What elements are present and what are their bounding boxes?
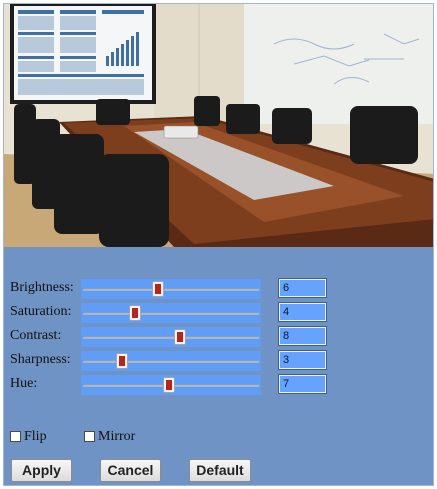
- cancel-button[interactable]: Cancel: [100, 459, 161, 482]
- brightness-slider[interactable]: [81, 279, 261, 299]
- camera-preview: [4, 4, 433, 247]
- contrast-slider[interactable]: [81, 327, 261, 347]
- hue-slider[interactable]: [81, 375, 261, 395]
- flip-label: Flip: [24, 429, 47, 444]
- flip-checkbox[interactable]: [10, 431, 21, 442]
- sharpness-label: Sharpness:: [10, 352, 71, 367]
- saturation-row: Saturation: 4: [4, 302, 433, 323]
- mirror-checkbox[interactable]: [84, 431, 95, 442]
- sharpness-value-field[interactable]: 3: [278, 350, 327, 370]
- default-button[interactable]: Default: [189, 459, 251, 482]
- image-settings-window: Brightness: 6 Saturation: 4 Contrast: 8: [0, 0, 437, 489]
- settings-panel: Brightness: 6 Saturation: 4 Contrast: 8: [3, 3, 434, 486]
- slider-thumb[interactable]: [152, 282, 163, 296]
- slider-thumb[interactable]: [164, 378, 174, 392]
- mirror-label: Mirror: [98, 429, 136, 444]
- slider-track: [83, 360, 259, 363]
- saturation-value-field[interactable]: 4: [278, 302, 327, 322]
- hue-label: Hue:: [10, 376, 38, 391]
- brightness-row: Brightness: 6: [4, 278, 433, 299]
- brightness-label: Brightness:: [10, 280, 74, 295]
- saturation-slider[interactable]: [81, 303, 261, 323]
- saturation-label: Saturation:: [10, 304, 72, 319]
- slider-track: [83, 336, 259, 339]
- conference-room-preview-image: [4, 4, 433, 247]
- contrast-label: Contrast:: [10, 328, 62, 343]
- hue-value-field[interactable]: 7: [278, 374, 327, 394]
- slider-thumb[interactable]: [175, 330, 186, 344]
- sharpness-row: Sharpness: 3: [4, 350, 433, 371]
- slider-thumb[interactable]: [117, 354, 128, 368]
- slider-track: [83, 288, 259, 291]
- contrast-value-field[interactable]: 8: [278, 326, 327, 346]
- hue-row: Hue: 7: [4, 374, 433, 395]
- brightness-value-field[interactable]: 6: [278, 278, 327, 298]
- apply-button[interactable]: Apply: [11, 459, 72, 482]
- contrast-row: Contrast: 8: [4, 326, 433, 347]
- slider-thumb[interactable]: [129, 306, 140, 320]
- slider-track: [83, 312, 259, 315]
- sharpness-slider[interactable]: [81, 351, 261, 371]
